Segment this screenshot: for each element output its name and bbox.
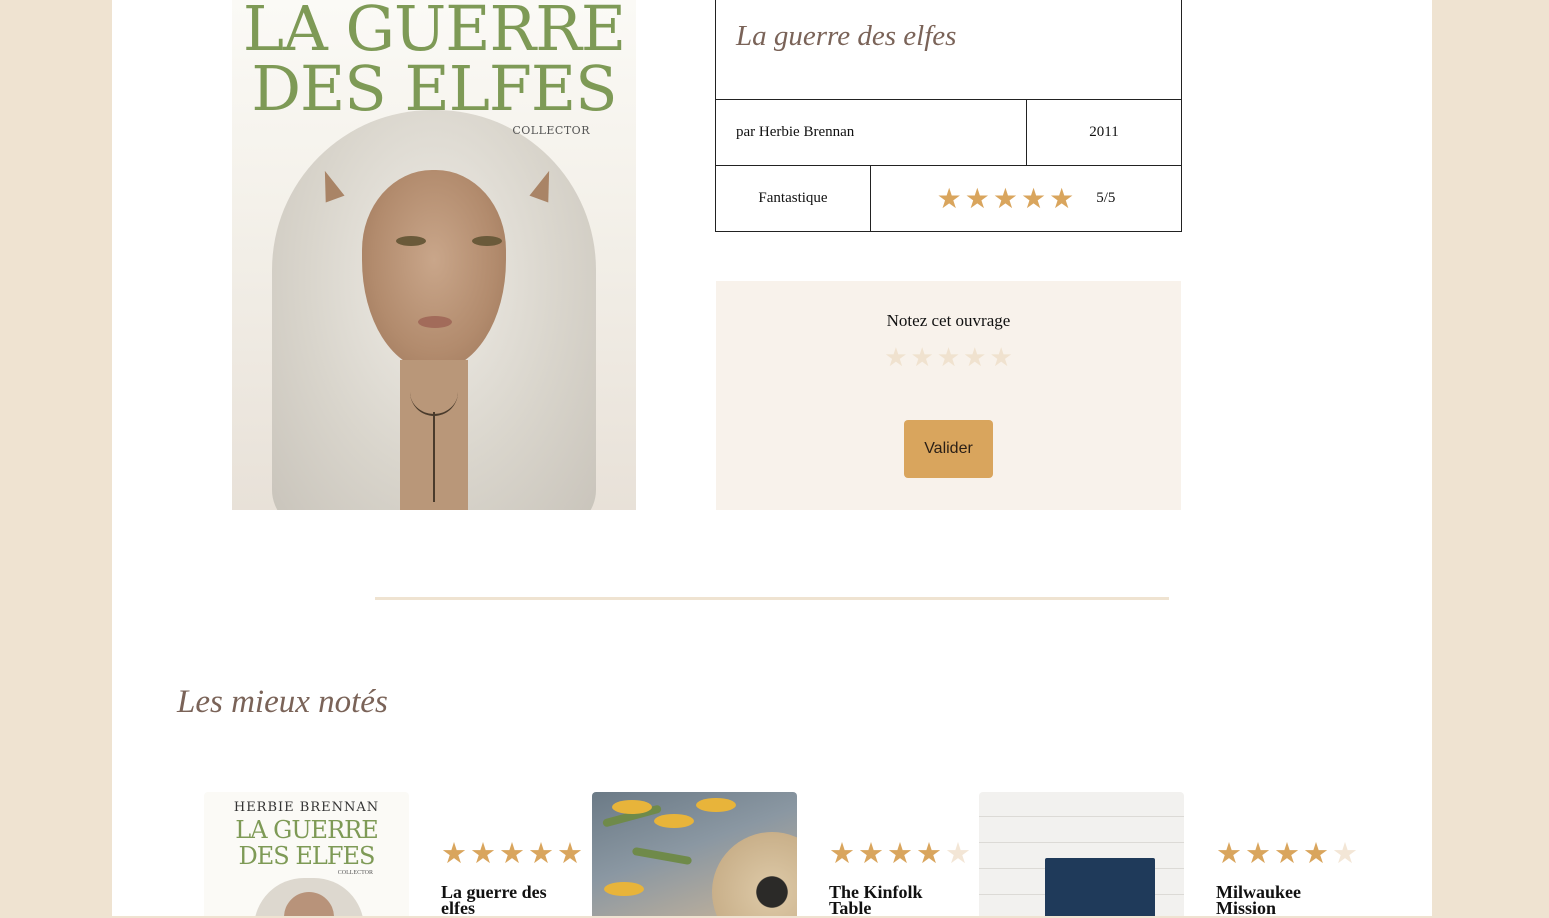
- book-rating-stars: ★ ★ ★ ★ ★: [936, 181, 1075, 215]
- star-filled-icon: ★: [470, 836, 496, 870]
- info-row-author-year: par Herbie Brennan 2011: [715, 100, 1182, 166]
- book-info-table: La guerre des elfes par Herbie Brennan 2…: [715, 0, 1182, 232]
- cover-art-book: [1045, 858, 1155, 916]
- cover-art-tulip: [604, 882, 644, 896]
- mini-cover-title-line2: DES ELFES: [238, 842, 376, 870]
- cover-title-line2: DES ELFES: [251, 52, 617, 125]
- cover-art-tulip: [654, 814, 694, 828]
- top-rated-heading: Les mieux notés: [177, 684, 388, 720]
- star-filled-icon: ★: [964, 181, 990, 215]
- cover-art-brick-line: [979, 816, 1184, 817]
- cover-title-line1: LA GUERRE: [242, 0, 626, 65]
- book-card[interactable]: ★ ★ ★ ★ ★ The Kinfolk Table: [592, 792, 982, 917]
- star-filled-icon: ★: [1020, 181, 1047, 215]
- cover-art-lips: [418, 316, 452, 328]
- star-empty-icon: ★: [945, 836, 971, 870]
- rate-form-stars: ★ ★ ★ ★ ★: [716, 345, 1181, 371]
- book-card-stars: ★ ★ ★ ★ ★: [441, 839, 583, 868]
- mini-cover-author: HERBIE BRENNAN: [233, 800, 380, 815]
- rate-star-2-icon[interactable]: ★: [911, 345, 934, 371]
- mini-cover-edition: COLLECTOR: [337, 870, 373, 876]
- star-filled-icon: ★: [1303, 836, 1329, 870]
- book-card-stars: ★ ★ ★ ★ ★: [829, 839, 971, 868]
- book-title: La guerre des elfes: [715, 0, 1182, 100]
- book-rating: ★ ★ ★ ★ ★ 5/5: [871, 166, 1182, 232]
- book-year: 2011: [1027, 100, 1182, 166]
- cover-art-eye: [472, 236, 502, 246]
- star-filled-icon: ★: [916, 836, 942, 870]
- star-filled-icon: ★: [499, 836, 525, 870]
- cover-art-leaf: [631, 846, 693, 866]
- cover-art-hat: [712, 832, 797, 916]
- book-card-stars: ★ ★ ★ ★ ★: [1216, 839, 1358, 868]
- book-card-cover[interactable]: HERBIE BRENNAN LA GUERRE DES ELFES COLLE…: [204, 792, 409, 916]
- cover-art-tulip: [612, 800, 652, 814]
- star-filled-icon: ★: [441, 836, 467, 870]
- book-card[interactable]: HERBIE BRENNAN LA GUERRE DES ELFES COLLE…: [204, 792, 594, 917]
- star-filled-icon: ★: [887, 836, 913, 870]
- book-card-title[interactable]: The Kinfolk Table: [829, 883, 969, 917]
- book-card-title[interactable]: Milwaukee Mission: [1216, 883, 1356, 917]
- cover-art-brick-line: [979, 842, 1184, 843]
- section-divider: [375, 597, 1169, 600]
- cover-art-eye: [396, 236, 426, 246]
- star-empty-icon: ★: [1332, 836, 1358, 870]
- cover-art-tulip: [696, 798, 736, 812]
- book-cover-image: LA GUERRE DES ELFES COLLECTOR: [232, 0, 636, 510]
- star-filled-icon: ★: [992, 181, 1018, 215]
- rate-form-label: Notez cet ouvrage: [886, 311, 1011, 330]
- mini-cover-title-line1: LA GUERRE: [235, 816, 378, 844]
- book-card-title[interactable]: La guerre des elfes: [441, 883, 581, 917]
- rate-star-1-icon[interactable]: ★: [884, 345, 907, 371]
- book-card-cover[interactable]: [979, 792, 1184, 916]
- star-filled-icon: ★: [557, 836, 583, 870]
- cover-art-pendant: [433, 412, 435, 502]
- star-filled-icon: ★: [1245, 836, 1271, 870]
- star-filled-icon: ★: [1049, 181, 1075, 215]
- star-filled-icon: ★: [829, 836, 855, 870]
- rate-form: Notez cet ouvrage ★ ★ ★ ★ ★ Valider: [716, 281, 1181, 510]
- star-filled-icon: ★: [1216, 836, 1242, 870]
- cover-edition: COLLECTOR: [512, 124, 590, 137]
- rate-star-5-icon[interactable]: ★: [989, 345, 1012, 371]
- star-filled-icon: ★: [936, 181, 962, 215]
- book-genre: Fantastique: [715, 166, 871, 232]
- star-filled-icon: ★: [1274, 836, 1300, 870]
- book-card-cover[interactable]: [592, 792, 797, 916]
- rate-star-3-icon[interactable]: ★: [937, 345, 960, 371]
- book-card[interactable]: ★ ★ ★ ★ ★ Milwaukee Mission: [979, 792, 1369, 917]
- book-rating-text: 5/5: [1096, 190, 1116, 206]
- info-row-genre-rating: Fantastique ★ ★ ★ ★ ★ 5/5: [715, 166, 1182, 232]
- rate-star-4-icon[interactable]: ★: [963, 345, 986, 371]
- star-filled-icon: ★: [858, 836, 884, 870]
- validate-button[interactable]: Valider: [904, 420, 993, 478]
- star-filled-icon: ★: [528, 836, 554, 870]
- book-author: par Herbie Brennan: [715, 100, 1027, 166]
